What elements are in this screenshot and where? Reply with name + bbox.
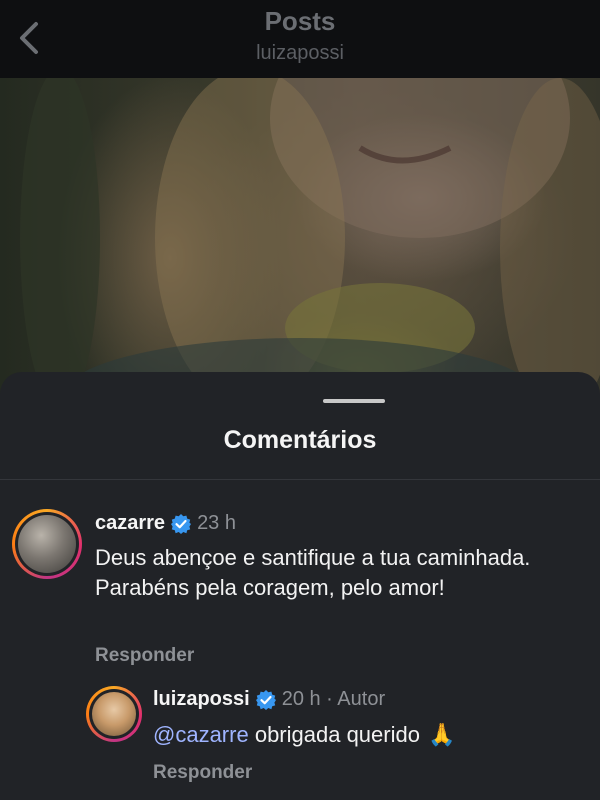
- reply-timestamp: 20 h · Autor: [281, 688, 386, 710]
- reply-text: @cazarre obrigada querido 🙏: [153, 720, 583, 750]
- page-subtitle-username: luizapossi: [256, 42, 344, 64]
- praying-hands-icon: 🙏: [427, 722, 456, 747]
- post-photo-illustration: [20, 78, 600, 408]
- avatar-image: [92, 692, 136, 736]
- page-title: Posts: [264, 6, 336, 36]
- reply-meta: luizapossi 20 h · Autor: [153, 688, 385, 711]
- reply-text-body: obrigada querido: [254, 722, 420, 747]
- avatar-image: [18, 515, 76, 573]
- verified-badge-icon: [171, 513, 192, 534]
- comments-sheet: Comentários cazarre 23 h Deus abençoe e …: [0, 372, 600, 800]
- mention-link[interactable]: @cazarre: [153, 722, 249, 747]
- reply-button[interactable]: Responder: [153, 762, 252, 784]
- comment-text: Deus abençoe e santifique a tua caminhad…: [95, 545, 531, 600]
- avatar[interactable]: [86, 686, 142, 742]
- comment-timestamp: 23 h: [197, 512, 236, 534]
- divider: [0, 479, 600, 480]
- comment-meta: cazarre 23 h: [95, 512, 236, 535]
- verified-badge-icon: [255, 689, 276, 710]
- avatar[interactable]: [12, 509, 82, 579]
- sheet-drag-handle[interactable]: [323, 399, 385, 403]
- top-header: Posts luizapossi: [0, 0, 600, 78]
- post-photo[interactable]: [0, 78, 600, 408]
- comments-title: Comentários: [223, 426, 377, 454]
- reply-button[interactable]: Responder: [95, 645, 194, 667]
- reply-username[interactable]: luizapossi: [153, 688, 250, 711]
- comment-username[interactable]: cazarre: [95, 512, 165, 535]
